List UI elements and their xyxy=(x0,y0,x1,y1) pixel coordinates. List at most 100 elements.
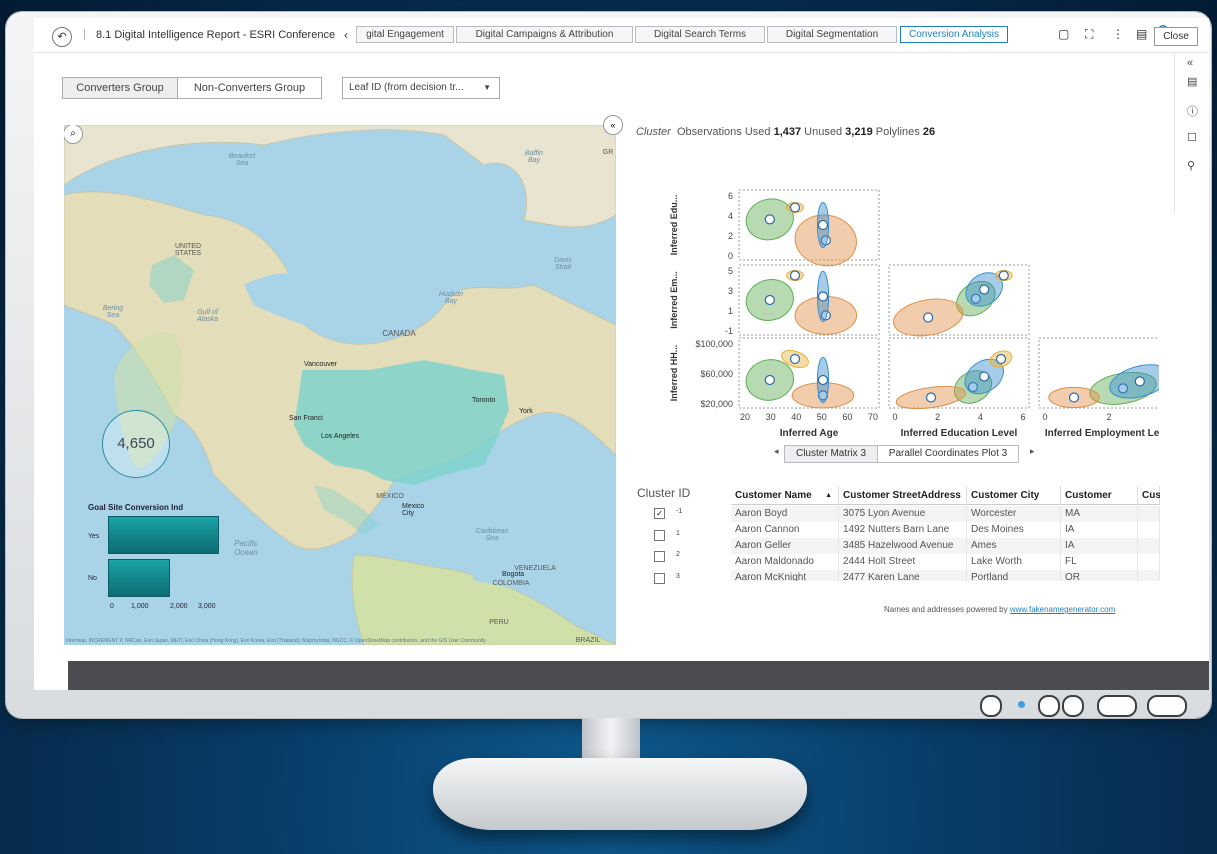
monitor-button[interactable] xyxy=(980,695,1002,717)
tab-conversion-analysis[interactable]: Conversion Analysis xyxy=(900,26,1008,43)
cluster-centroid xyxy=(764,214,775,225)
cluster-centroid xyxy=(817,219,829,231)
table-cell xyxy=(1138,538,1160,554)
table-cell: OR xyxy=(1061,570,1138,581)
tab-digital-segmentation[interactable]: Digital Segmentation xyxy=(767,26,897,43)
cluster-centroid xyxy=(979,371,990,382)
monitor-button[interactable] xyxy=(1147,695,1187,717)
cluster-centroid xyxy=(995,353,1007,365)
column-header-customer-name[interactable]: Customer Name ▲ xyxy=(731,486,839,505)
table-cell: Ames xyxy=(967,538,1061,554)
data-panel-icon[interactable]: ▤ xyxy=(1187,75,1197,88)
table-row[interactable]: Aaron McKnight 2477 Karen Lane Portland OR xyxy=(731,570,1160,581)
cluster-centroid xyxy=(998,270,1009,281)
tab-parallel-coordinates[interactable]: Parallel Coordinates Plot 3 xyxy=(877,445,1019,463)
column-header-label: Customer Name xyxy=(735,490,812,501)
collapse-map-button[interactable]: « xyxy=(603,115,623,135)
cluster-matrix-chart[interactable]: Inferred Edu... Inferred Em... Inferred HH… xyxy=(649,168,1159,438)
monitor-stand-base xyxy=(433,758,807,830)
table-row[interactable]: Aaron Boyd 3075 Lyon Avenue Worcester MA xyxy=(731,506,1160,522)
tab-digital-engagement[interactable]: gital Engagement xyxy=(356,26,454,43)
row-tick-label: 2 xyxy=(728,231,733,241)
monitor-button[interactable] xyxy=(1062,695,1084,717)
expand-icon[interactable]: ⛶ xyxy=(1085,27,1093,42)
col-tick-label: 60 xyxy=(842,412,852,422)
notes-icon[interactable]: ▤ xyxy=(1136,27,1147,41)
map-label-baffin-bay: Baffin Bay xyxy=(525,150,543,164)
monitor-button[interactable] xyxy=(1038,695,1060,717)
viz-tab-prev-icon[interactable]: ◂ xyxy=(774,446,779,457)
close-button[interactable]: Close xyxy=(1154,27,1198,46)
leaf-id-dropdown[interactable]: Leaf ID (from decision tr... ▼ xyxy=(342,77,500,99)
viz-tab-next-icon[interactable]: ▸ xyxy=(1030,446,1035,457)
map-label-canada: CANADA xyxy=(382,329,416,338)
cluster-checkbox-label: 3 xyxy=(676,573,680,580)
table-cell: 3485 Hazelwood Avenue xyxy=(839,538,967,554)
column-header-state[interactable]: Customer State xyxy=(1061,486,1138,520)
power-led xyxy=(1018,701,1025,708)
city-mexico-city: Mexico City xyxy=(402,503,425,517)
row-tick-label: -1 xyxy=(725,326,733,336)
info-icon[interactable]: ⓘ xyxy=(1187,103,1198,119)
map-label-peru: PERU xyxy=(489,619,509,626)
converters-group-button[interactable]: Converters Group xyxy=(62,77,178,99)
table-row[interactable]: Aaron Cannon 1492 Nutters Barn Lane Des Mo… xyxy=(731,522,1160,538)
cluster-centroid xyxy=(789,353,801,365)
cluster-centroid xyxy=(789,202,801,213)
table-cell: Aaron Boyd xyxy=(731,506,839,522)
cluster-checkbox-minus1[interactable]: ✓ xyxy=(654,508,665,519)
table-cell: Des Moines xyxy=(967,522,1061,538)
copy-icon[interactable]: ▢ xyxy=(1058,27,1069,41)
row-tick-label: 1 xyxy=(728,306,733,316)
report-title: 8.1 Digital Intelligence Report - ESRI C… xyxy=(96,29,336,41)
filter-icon[interactable]: ⚲ xyxy=(1187,159,1195,172)
comment-icon[interactable]: ☐ xyxy=(1187,131,1197,144)
chevron-down-icon: ▼ xyxy=(483,83,491,92)
city-new-york: York xyxy=(519,408,533,415)
fakenamegenerator-link[interactable]: www.fakenamegenerator.com xyxy=(1010,605,1115,614)
bar-no[interactable] xyxy=(108,559,170,597)
monitor-button[interactable] xyxy=(1097,695,1137,717)
geo-map[interactable]: ⌕ Beaufort Sea Baffin Bay GR Davis Strai… xyxy=(64,125,616,645)
cluster-checkbox-2[interactable] xyxy=(654,551,665,562)
cluster-checkbox-3[interactable] xyxy=(654,573,665,584)
tab-digital-search-terms[interactable]: Digital Search Terms xyxy=(635,26,765,43)
collapse-panel-icon[interactable]: « xyxy=(1187,57,1193,69)
row-axis-label: Inferred HH... xyxy=(669,345,679,402)
row-tick-label: 3 xyxy=(728,286,733,296)
city-san-francisco: San Franci xyxy=(289,415,323,422)
tab-cluster-matrix[interactable]: Cluster Matrix 3 xyxy=(784,445,878,463)
bar-axis-tick: 1,000 xyxy=(131,603,149,610)
cluster-centroid xyxy=(789,270,801,281)
table-row[interactable]: Aaron Geller 3485 Hazelwood Avenue Ames IA xyxy=(731,538,1160,554)
table-cell xyxy=(1138,570,1160,581)
cluster-label: Cluster xyxy=(636,126,671,138)
map-label-gulf-of-alaska: Gulf of Alaska xyxy=(196,309,218,323)
cluster-centroid xyxy=(764,294,775,306)
tab-digital-campaigns[interactable]: Digital Campaigns & Attribution xyxy=(456,26,633,43)
table-cell: FL xyxy=(1061,554,1138,570)
observations-used-label: Observations Used xyxy=(676,126,771,138)
bar-yes[interactable] xyxy=(108,516,219,554)
back-button[interactable]: ↶ xyxy=(52,27,72,47)
bar-axis-tick: 3,000 xyxy=(198,603,216,610)
table-cell: IA xyxy=(1061,538,1138,554)
city-toronto: Toronto xyxy=(472,397,496,404)
table-cell: Portland xyxy=(967,570,1061,581)
column-header-truncated[interactable]: Cus xyxy=(1138,486,1160,505)
table-row[interactable]: Aaron Maldonado 2444 Holt Street Lake Wort… xyxy=(731,554,1160,570)
tab-scroll-left-icon[interactable]: ‹ xyxy=(344,28,348,42)
non-converters-group-button[interactable]: Non-Converters Group xyxy=(177,77,322,99)
col-tick-label: 2 xyxy=(1106,412,1111,422)
cluster-summary: Cluster Observations Used 1,437 Unused 3… xyxy=(636,126,935,138)
cluster-checkbox-1[interactable] xyxy=(654,530,665,541)
right-side-panel: « ▤ ⓘ ☐ ⚲ xyxy=(1174,53,1209,213)
more-icon[interactable]: ⋮ xyxy=(1112,27,1124,41)
map-label-caribbean-sea: Caribbean Sea xyxy=(475,528,509,542)
col-tick-label: 0 xyxy=(1042,412,1047,422)
row-tick-label: $20,000 xyxy=(700,399,733,409)
leaf-id-dropdown-value: Leaf ID (from decision tr... xyxy=(349,82,464,93)
polylines-value: 26 xyxy=(922,126,936,138)
column-header-city[interactable]: Customer City xyxy=(967,486,1061,505)
column-header-street-address[interactable]: Customer StreetAddress xyxy=(839,486,967,505)
